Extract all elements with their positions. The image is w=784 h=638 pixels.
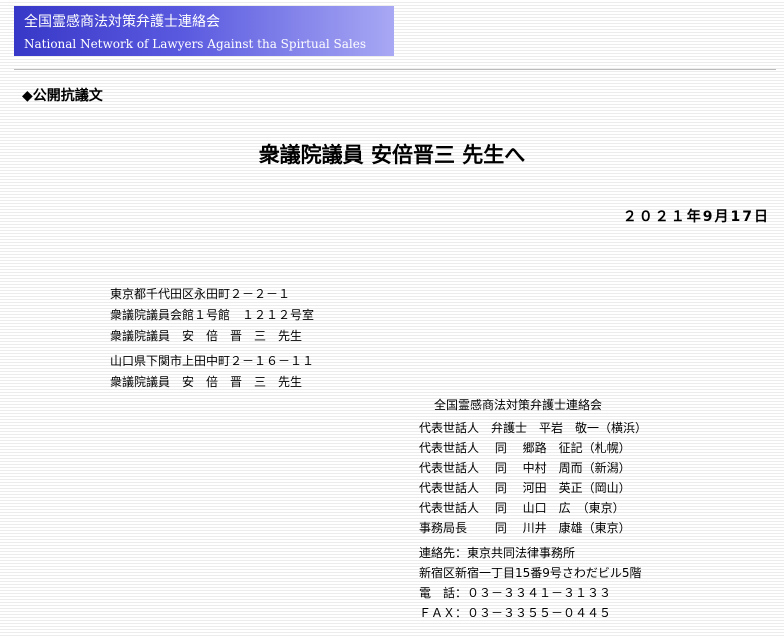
letter-title: 衆議院議員 安倍晋三 先生へ <box>258 143 526 167</box>
sender-org: 全国霊感商法対策弁護士連絡会 <box>434 398 603 412</box>
addressee-name-1: 衆議院議員 安 倍 晋 三 先生 <box>110 329 303 343</box>
sender-rep: 代表世話人 同 河田 英正（岡山） <box>419 481 631 495</box>
addressee-address-2: 衆議院議員会館１号館 １２１２号室 <box>110 308 315 322</box>
contact-phone: 電 話：０３－３３４１－３１３３ <box>419 586 612 600</box>
banner-title-en: National Network of Lawyers Against tha … <box>24 37 366 51</box>
sender-rep: 代表世話人 同 郷路 征記（札幌） <box>419 441 631 455</box>
contact-address: 新宿区新宿一丁目15番9号さわだビル5階 <box>419 566 642 580</box>
contact-label: 連絡先：東京共同法律事務所 <box>419 546 576 560</box>
addressee-address-3: 山口県下関市上田中町２－１６－１１ <box>110 354 315 368</box>
divider <box>14 69 776 70</box>
sender-rep: 事務局長 同 川井 康雄（東京） <box>419 521 631 535</box>
contact-fax: ＦＡＸ：０３－３３５５－０４４５ <box>419 606 612 620</box>
sender-rep: 代表世話人 同 中村 周而（新潟） <box>419 461 631 475</box>
sender-rep: 代表世話人 同 山口 広 （東京） <box>419 501 625 515</box>
site-banner[interactable]: 全国霊感商法対策弁護士連絡会 National Network of Lawye… <box>14 6 394 56</box>
section-label: ◆公開抗議文 <box>22 88 103 104</box>
addressee-name-2: 衆議院議員 安 倍 晋 三 先生 <box>110 375 303 389</box>
sender-reps: 代表世話人 弁護士 平岩 敬一（横浜） 代表世話人 同 郷路 征記（札幌） 代表… <box>419 419 647 539</box>
addressee-block: 東京都千代田区永田町２－２－１ 衆議院議員会館１号館 １２１２号室 衆議院議員 … <box>110 285 314 394</box>
letter-date: ２０２１年9月17日 <box>622 209 770 225</box>
banner-title-jp: 全国霊感商法対策弁護士連絡会 <box>24 14 220 30</box>
contact-block: 連絡先：東京共同法律事務所 新宿区新宿一丁目15番9号さわだビル5階 電 話：０… <box>419 544 642 624</box>
addressee-address-1: 東京都千代田区永田町２－２－１ <box>110 287 291 301</box>
sender-rep: 代表世話人 弁護士 平岩 敬一（横浜） <box>419 421 648 435</box>
